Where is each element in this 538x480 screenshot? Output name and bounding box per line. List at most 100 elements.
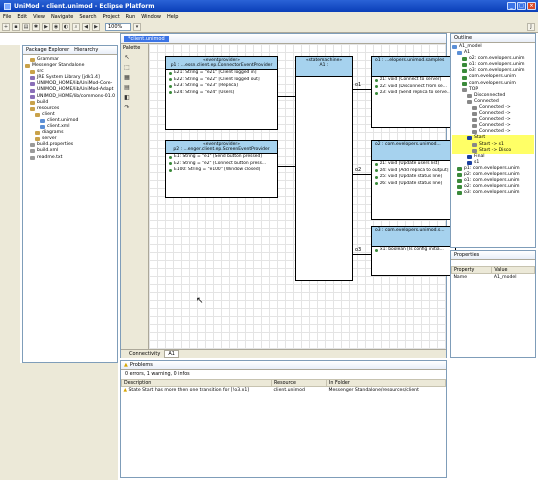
tab-problems[interactable]: Problems bbox=[130, 362, 153, 368]
tab-connectivity[interactable]: Connectivity bbox=[129, 351, 160, 357]
folder-column-header[interactable]: In Folder bbox=[326, 379, 446, 387]
o3-title: o3 : com.evelopers.unimod.s... bbox=[375, 228, 445, 233]
debug-icon[interactable]: ✱ bbox=[32, 22, 40, 31]
print-icon[interactable]: ▤ bbox=[22, 22, 30, 31]
field-icon bbox=[169, 78, 172, 82]
java-perspective-icon[interactable]: J bbox=[527, 22, 535, 31]
left-side-strip bbox=[0, 45, 20, 363]
properties-tabbar: Properties bbox=[451, 251, 535, 260]
tree-node-icon bbox=[467, 93, 472, 98]
property-column-header[interactable]: Property bbox=[450, 266, 493, 274]
tree-node-icon bbox=[462, 87, 467, 92]
a1-name: A1 : bbox=[319, 63, 329, 68]
close-button[interactable]: × bbox=[527, 2, 536, 10]
menu-view[interactable]: View bbox=[33, 14, 45, 20]
statemachine-a1[interactable]: «statemachine» A1 : bbox=[295, 56, 353, 281]
new-icon[interactable]: + bbox=[2, 22, 10, 31]
field-icon bbox=[169, 168, 172, 172]
tree-node-icon bbox=[467, 136, 472, 141]
open-type-icon[interactable]: ◐ bbox=[62, 22, 70, 31]
search-icon[interactable]: ⌕ bbox=[72, 22, 80, 31]
edge-p1-a1[interactable] bbox=[278, 96, 295, 97]
object-tool-icon[interactable]: ▤ bbox=[123, 84, 131, 92]
properties-table: Property Value Name A1_model bbox=[450, 266, 535, 281]
object-o2[interactable]: o2 : com.evelopers.unimod... z1: void [U… bbox=[371, 140, 456, 220]
event-provider-p1[interactable]: «eventprovider» p1 : ...essn.client.ep.C… bbox=[165, 56, 278, 130]
save-icon[interactable]: ▪ bbox=[12, 22, 20, 31]
statemachine-tool-icon[interactable]: ◧ bbox=[123, 94, 131, 102]
edge-a1-o3[interactable] bbox=[353, 254, 371, 255]
event-provider-p2[interactable]: «eventprovider» p2 : ...enger.client.ep.… bbox=[165, 140, 278, 198]
method-icon bbox=[375, 248, 378, 252]
method-icon bbox=[375, 85, 378, 89]
package-explorer-panel: Package Explorer Hierarchy Grammar Messen… bbox=[22, 45, 118, 363]
tree-node-icon bbox=[30, 149, 35, 154]
new-class-icon[interactable]: ◉ bbox=[52, 22, 60, 31]
forward-icon[interactable]: ▶ bbox=[92, 22, 100, 31]
tab-package-explorer[interactable]: Package Explorer bbox=[26, 47, 69, 53]
property-value: A1_model bbox=[493, 274, 517, 280]
editor-panel: *client.unimod Palette ↖ ⬚ ▦ ▤ ◧ ↷ «even… bbox=[120, 33, 456, 358]
description-column-header[interactable]: Description bbox=[121, 379, 272, 387]
class-tool-icon[interactable]: ▦ bbox=[123, 74, 131, 82]
p2-name: p2 : ...enger.client.ep.ScreenEventProvi… bbox=[173, 147, 270, 152]
tree-item[interactable]: o3: com.evelopers.unim bbox=[452, 190, 534, 196]
o3-row: x1: boolean [Is config initia... bbox=[372, 247, 455, 254]
object-o1[interactable]: o1 : ...elopers.unimod.samples z1: void … bbox=[371, 56, 456, 128]
menu-project[interactable]: Project bbox=[103, 14, 120, 20]
tree-node-icon bbox=[472, 148, 477, 153]
window-titlebar: UniMod - client.unimod - Eclipse Platfor… bbox=[0, 0, 538, 12]
tree-node-icon bbox=[467, 99, 472, 104]
table-row[interactable]: Name A1_model bbox=[452, 274, 535, 281]
package-tree: Grammar Messenger Standalone src JRE System… bbox=[23, 55, 117, 163]
menu-file[interactable]: File bbox=[3, 14, 11, 20]
tree-node-icon bbox=[457, 173, 462, 178]
tree-node-icon bbox=[452, 45, 457, 50]
menu-navigate[interactable]: Navigate bbox=[51, 14, 73, 20]
value-column-header[interactable]: Value bbox=[491, 266, 535, 274]
field-icon bbox=[169, 71, 172, 75]
tab-a1[interactable]: A1 bbox=[164, 350, 179, 358]
chevron-down-icon[interactable]: ▾ bbox=[133, 22, 141, 31]
edge-a1-o1[interactable] bbox=[353, 89, 371, 90]
tree-node-icon bbox=[462, 63, 467, 68]
edge-a1-o2[interactable] bbox=[353, 174, 371, 175]
run-icon[interactable]: ▶ bbox=[42, 22, 50, 31]
menu-search[interactable]: Search bbox=[79, 14, 96, 20]
marquee-tool-icon[interactable]: ⬚ bbox=[123, 64, 131, 72]
edge-label-o3: o3 bbox=[355, 247, 362, 253]
menu-window[interactable]: Window bbox=[141, 14, 161, 20]
select-tool-icon[interactable]: ↖ bbox=[123, 54, 131, 62]
tab-properties[interactable]: Properties bbox=[454, 252, 479, 258]
editor-tabbar: *client.unimod bbox=[121, 34, 446, 44]
maximize-button[interactable]: □ bbox=[517, 2, 526, 10]
package-explorer-tabbar: Package Explorer Hierarchy bbox=[23, 46, 117, 55]
resource-column-header[interactable]: Resource bbox=[271, 379, 327, 387]
menu-help[interactable]: Help bbox=[167, 14, 178, 20]
method-icon bbox=[375, 175, 378, 179]
tree-node-icon bbox=[30, 94, 35, 99]
object-o3[interactable]: o3 : com.evelopers.unimod.s... x1: boole… bbox=[371, 226, 456, 276]
link-tool-icon[interactable]: ↷ bbox=[123, 104, 131, 112]
mouse-pointer-icon: ↖ bbox=[196, 296, 204, 306]
problems-tabbar: ▲ Problems bbox=[121, 361, 446, 370]
tab-outline[interactable]: Outline bbox=[454, 35, 472, 41]
problem-resource: client.unimod bbox=[273, 387, 305, 393]
edge-p2-a1[interactable] bbox=[278, 166, 295, 167]
tree-node-icon bbox=[462, 75, 467, 80]
app-icon bbox=[4, 2, 11, 10]
back-icon[interactable]: ◀ bbox=[82, 22, 90, 31]
tree-item[interactable]: readme.txt bbox=[25, 155, 115, 161]
diagram-canvas[interactable]: «eventprovider» p1 : ...essn.client.ep.C… bbox=[149, 44, 456, 349]
tree-item-label: o3: com.evelopers.unim bbox=[464, 190, 520, 196]
zoom-select[interactable]: 100% bbox=[105, 22, 131, 31]
tab-client-unimod[interactable]: *client.unimod bbox=[124, 35, 169, 42]
table-row[interactable]: ▲ State Start has more then one transiti… bbox=[122, 387, 446, 394]
minimize-button[interactable]: _ bbox=[507, 2, 516, 10]
menu-edit[interactable]: Edit bbox=[17, 14, 27, 20]
o2-title: o2 : com.evelopers.unimod... bbox=[375, 142, 441, 147]
menu-run[interactable]: Run bbox=[126, 14, 136, 20]
tab-hierarchy[interactable]: Hierarchy bbox=[74, 47, 98, 53]
method-icon bbox=[375, 78, 378, 82]
tree-item-label: UNIMOD_HOME/lib/commons-01.0 bbox=[36, 93, 115, 99]
